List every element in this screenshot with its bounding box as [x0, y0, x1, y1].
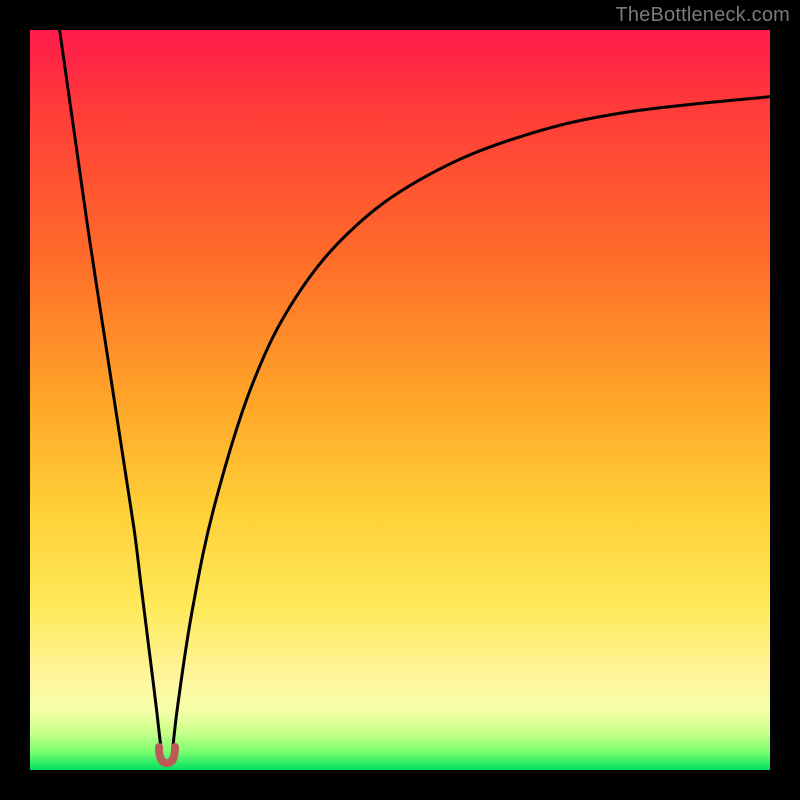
curve-path: [60, 30, 770, 755]
watermark: TheBottleneck.com: [615, 4, 790, 27]
bottleneck-curve: [30, 30, 770, 770]
frame: TheBottleneck.com: [0, 0, 800, 800]
plot-area: [30, 30, 770, 770]
